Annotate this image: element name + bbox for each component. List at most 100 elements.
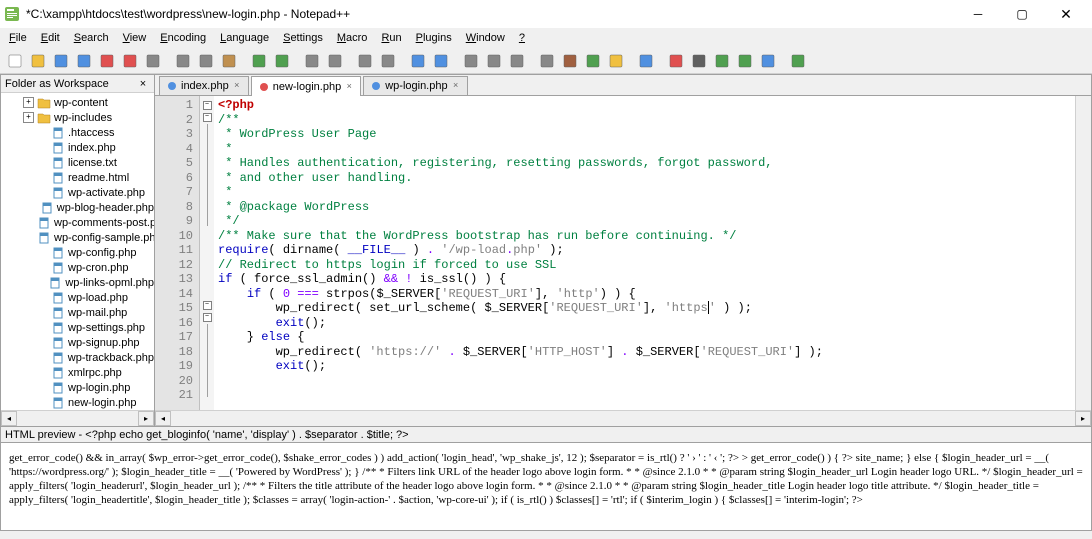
close-all-icon[interactable]	[119, 50, 141, 72]
redo-icon[interactable]	[271, 50, 293, 72]
editor-vscroll[interactable]	[1075, 96, 1091, 410]
sync-v-icon[interactable]	[407, 50, 429, 72]
menu-search[interactable]: Search	[67, 30, 116, 46]
close-icon[interactable]	[96, 50, 118, 72]
file-icon	[51, 382, 65, 394]
menu-plugins[interactable]: Plugins	[409, 30, 459, 46]
play-icon[interactable]	[711, 50, 733, 72]
doc-map-icon[interactable]	[559, 50, 581, 72]
tree-item-wp-load-php[interactable]: wp-load.php	[1, 290, 154, 305]
sync-h-icon[interactable]	[430, 50, 452, 72]
menu-file[interactable]: File	[2, 30, 34, 46]
spell-icon[interactable]	[787, 50, 809, 72]
tree-item-wp-content[interactable]: +wp-content	[1, 95, 154, 110]
tab-new-login-php[interactable]: new-login.php×	[251, 76, 362, 96]
expander-icon[interactable]: +	[23, 112, 34, 123]
menu-edit[interactable]: Edit	[34, 30, 67, 46]
paste-icon[interactable]	[218, 50, 240, 72]
record-icon[interactable]	[665, 50, 687, 72]
scroll-left-icon[interactable]: ◂	[1, 411, 17, 426]
open-file-icon[interactable]	[27, 50, 49, 72]
tree-item-wp-login-php[interactable]: wp-login.php	[1, 380, 154, 395]
tree-item--htaccess[interactable]: .htaccess	[1, 125, 154, 140]
menu-settings[interactable]: Settings	[276, 30, 330, 46]
scroll-right-icon[interactable]: ▸	[138, 411, 154, 426]
tree-item-wp-mail-php[interactable]: wp-mail.php	[1, 305, 154, 320]
undo-icon[interactable]	[248, 50, 270, 72]
tab-label: index.php	[181, 80, 229, 92]
menu-help[interactable]: ?	[512, 30, 532, 46]
file-tree[interactable]: +wp-content+wp-includes.htaccessindex.ph…	[1, 93, 154, 410]
tree-item-wp-includes[interactable]: +wp-includes	[1, 110, 154, 125]
hscroll-left-icon[interactable]: ◂	[155, 411, 171, 426]
print-icon[interactable]	[142, 50, 164, 72]
save-icon[interactable]	[50, 50, 72, 72]
minimize-button[interactable]: ─	[956, 0, 1000, 28]
save-all-icon[interactable]	[73, 50, 95, 72]
find-icon[interactable]	[301, 50, 323, 72]
scroll-track[interactable]	[17, 411, 138, 426]
tab-status-icon	[370, 80, 382, 92]
tree-item-new-login-php[interactable]: new-login.php	[1, 395, 154, 410]
folder-ws-icon[interactable]	[605, 50, 627, 72]
wrap-icon[interactable]	[460, 50, 482, 72]
tab-close-icon[interactable]: ×	[232, 81, 242, 91]
tab-bar: index.php×new-login.php×wp-login.php×	[155, 75, 1091, 96]
tree-item-wp-config-php[interactable]: wp-config.php	[1, 245, 154, 260]
tab-close-icon[interactable]: ×	[344, 82, 354, 92]
tree-item-wp-cron-php[interactable]: wp-cron.php	[1, 260, 154, 275]
tree-item-wp-settings-php[interactable]: wp-settings.php	[1, 320, 154, 335]
menu-language[interactable]: Language	[213, 30, 276, 46]
code-editor[interactable]: 123456789101112131415161718192021 −−−− <…	[155, 96, 1091, 410]
menu-window[interactable]: Window	[459, 30, 512, 46]
sidebar-close-icon[interactable]: ×	[136, 78, 150, 90]
play-multi-icon[interactable]	[734, 50, 756, 72]
tree-item-license-txt[interactable]: license.txt	[1, 155, 154, 170]
indent-guide-icon[interactable]	[506, 50, 528, 72]
tab-index-php[interactable]: index.php×	[159, 76, 249, 95]
statusbar	[0, 531, 1092, 539]
tree-item-wp-blog-header-php[interactable]: wp-blog-header.php	[1, 200, 154, 215]
menu-view[interactable]: View	[116, 30, 154, 46]
tab-close-icon[interactable]: ×	[451, 81, 461, 91]
func-list-icon[interactable]	[582, 50, 604, 72]
replace-icon[interactable]	[324, 50, 346, 72]
tree-item-wp-signup-php[interactable]: wp-signup.php	[1, 335, 154, 350]
tree-item-xmlrpc-php[interactable]: xmlrpc.php	[1, 365, 154, 380]
stop-icon[interactable]	[688, 50, 710, 72]
copy-icon[interactable]	[195, 50, 217, 72]
all-chars-icon[interactable]	[483, 50, 505, 72]
html-preview-pane[interactable]: get_error_code() && in_array( $wp_error-…	[0, 443, 1092, 531]
tree-item-wp-comments-post-ph[interactable]: wp-comments-post.ph	[1, 215, 154, 230]
sidebar-hscroll[interactable]: ◂ ▸	[1, 410, 154, 426]
code-content[interactable]: <?php/** * WordPress User Page * * Handl…	[214, 96, 1075, 410]
monitor-icon[interactable]	[635, 50, 657, 72]
zoom-in-icon[interactable]	[354, 50, 376, 72]
menu-macro[interactable]: Macro	[330, 30, 375, 46]
tree-item-wp-config-sample-php[interactable]: wp-config-sample.php	[1, 230, 154, 245]
save-macro-icon[interactable]	[757, 50, 779, 72]
tree-item-index-php[interactable]: index.php	[1, 140, 154, 155]
lang-icon[interactable]	[536, 50, 558, 72]
fold-toggle-icon[interactable]: −	[203, 101, 212, 110]
zoom-out-icon[interactable]	[377, 50, 399, 72]
menu-encoding[interactable]: Encoding	[153, 30, 213, 46]
new-file-icon[interactable]	[4, 50, 26, 72]
fold-toggle-icon[interactable]: −	[203, 313, 212, 322]
hscroll-right-icon[interactable]: ▸	[1075, 411, 1091, 426]
fold-toggle-icon[interactable]: −	[203, 113, 212, 122]
maximize-button[interactable]: ▢	[1000, 0, 1044, 28]
fold-gutter[interactable]: − − − −	[200, 96, 214, 410]
expander-icon[interactable]: +	[23, 97, 34, 108]
tab-wp-login-php[interactable]: wp-login.php×	[363, 76, 467, 95]
menu-run[interactable]: Run	[374, 30, 408, 46]
close-button[interactable]: ✕	[1044, 0, 1088, 28]
tree-item-wp-links-opml-php[interactable]: wp-links-opml.php	[1, 275, 154, 290]
editor-hscroll[interactable]: ◂ ▸	[155, 410, 1091, 426]
hscroll-track[interactable]	[171, 411, 1075, 426]
tree-item-wp-activate-php[interactable]: wp-activate.php	[1, 185, 154, 200]
fold-toggle-icon[interactable]: −	[203, 301, 212, 310]
cut-icon[interactable]	[172, 50, 194, 72]
tree-item-readme-html[interactable]: readme.html	[1, 170, 154, 185]
tree-item-wp-trackback-php[interactable]: wp-trackback.php	[1, 350, 154, 365]
